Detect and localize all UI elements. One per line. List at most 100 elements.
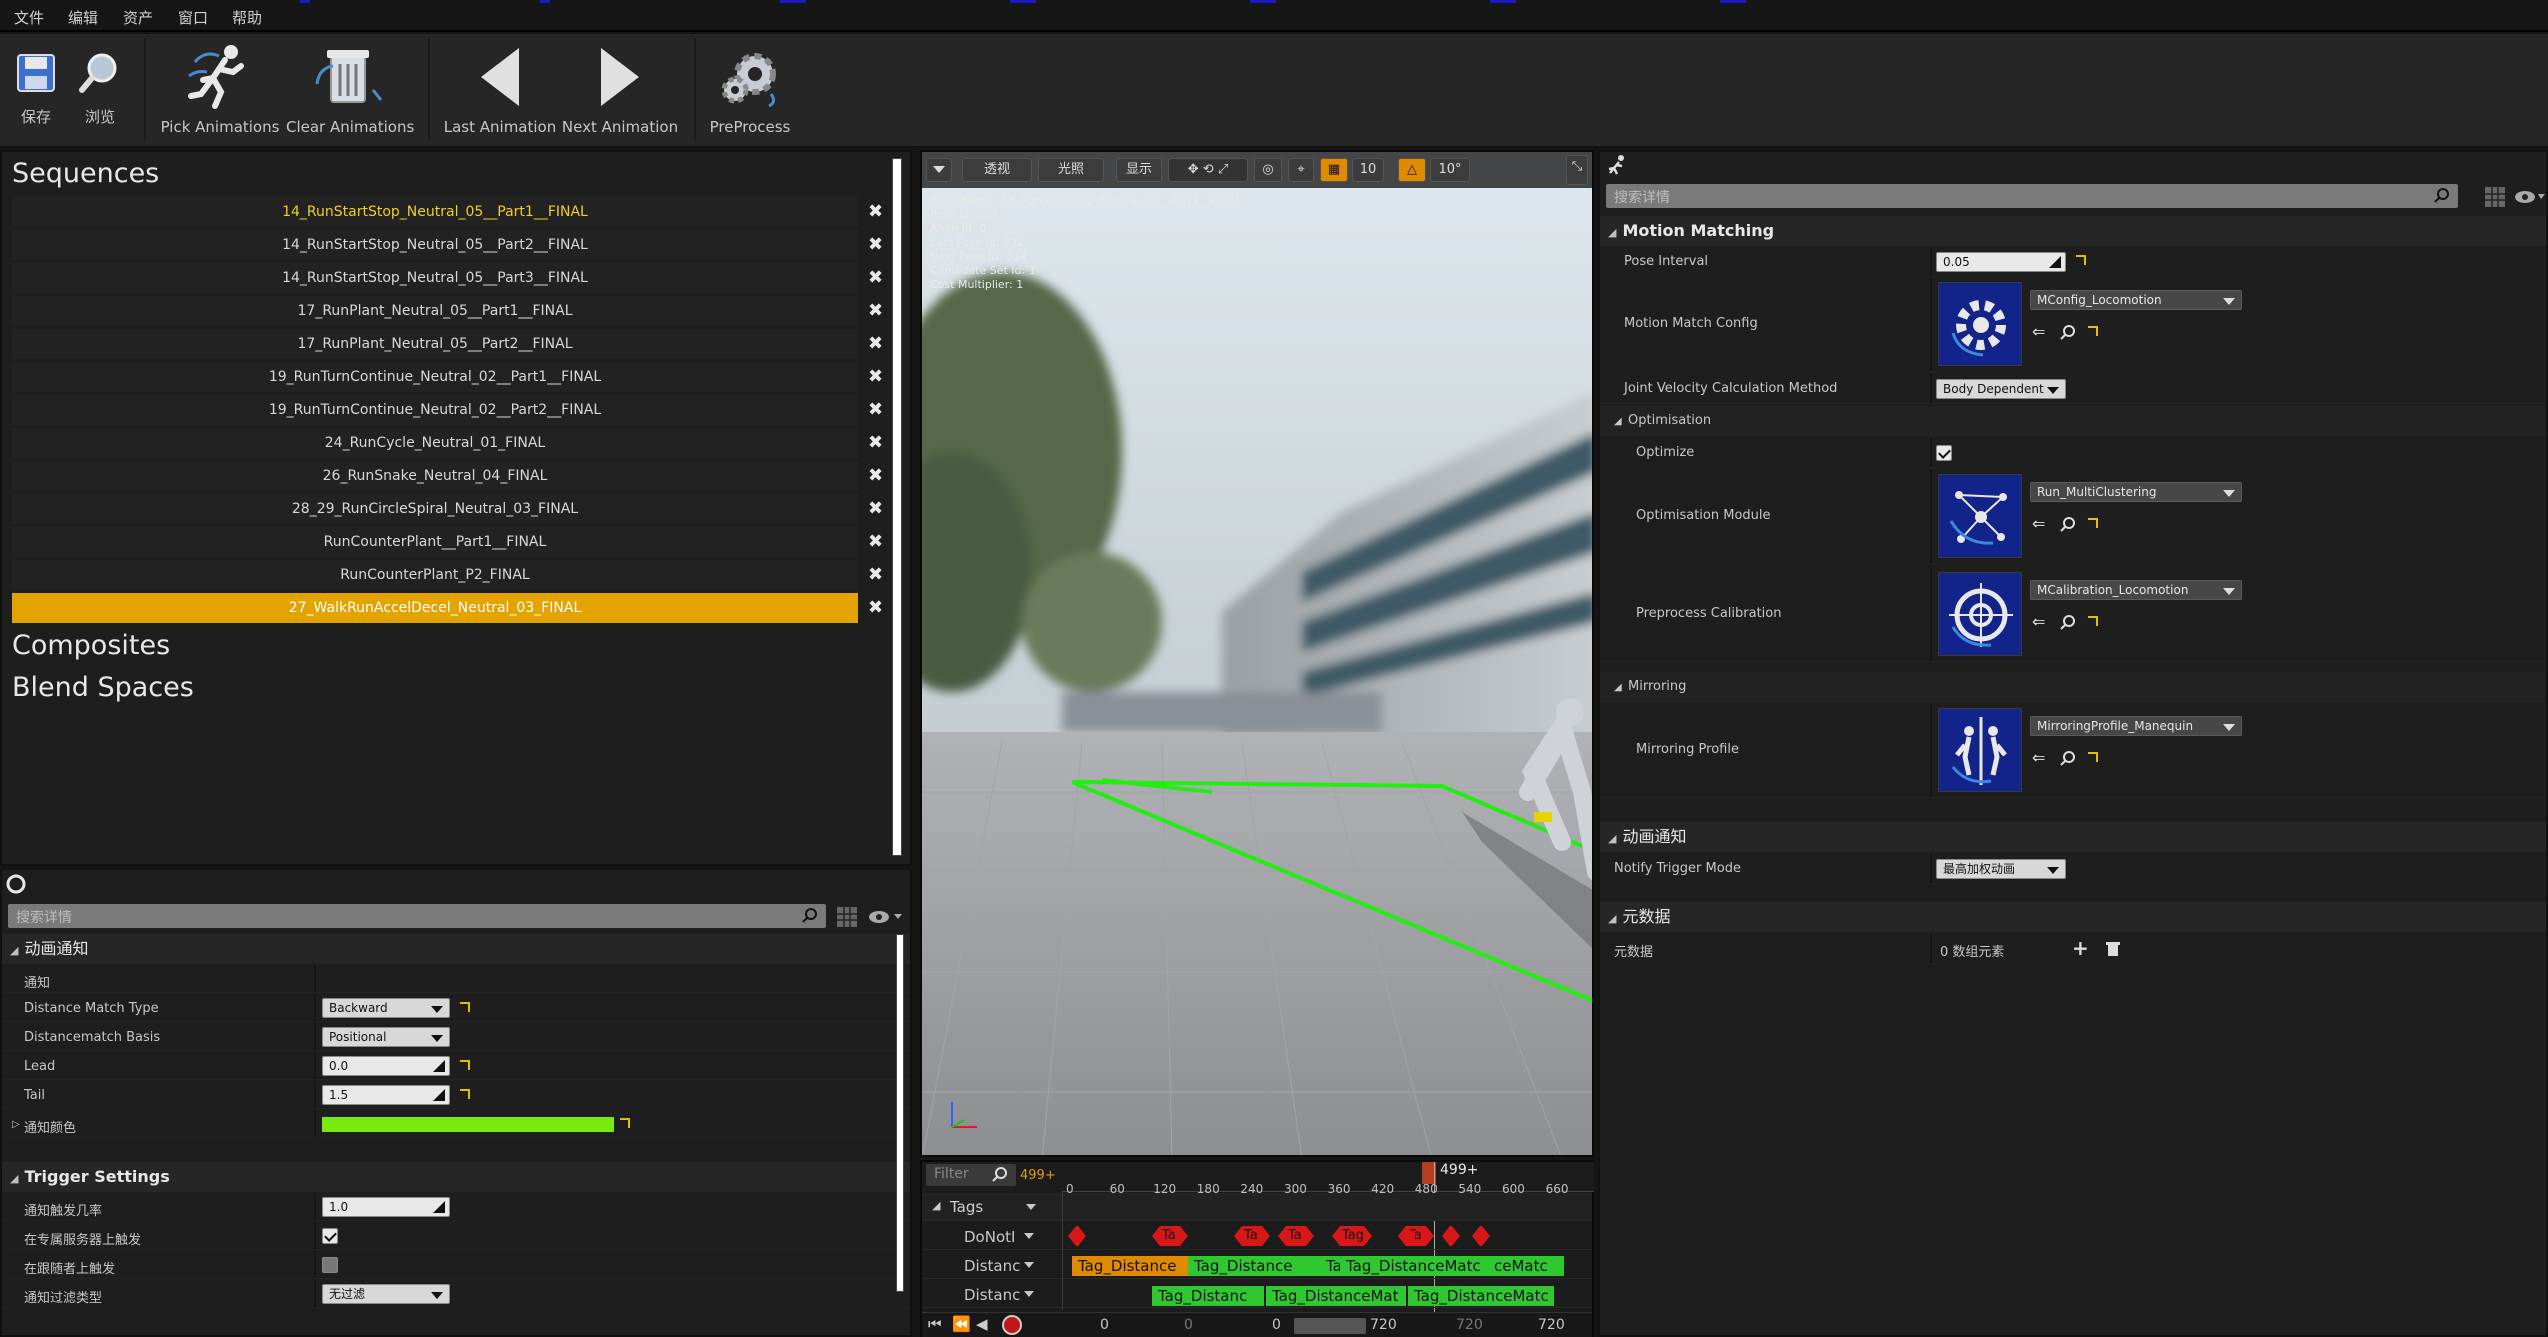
sequences-scrollbar[interactable]: [892, 158, 902, 856]
play-reverse-icon[interactable]: ◀: [976, 1315, 988, 1333]
rotation-snap-toggle[interactable]: △: [1398, 158, 1426, 182]
metadata-section-header[interactable]: ◢ 元数据: [1600, 902, 2546, 932]
sequences-header[interactable]: Sequences: [12, 158, 159, 189]
table-view-icon[interactable]: [836, 906, 858, 928]
mirroring-profile-select[interactable]: MirroringProfile_Manequin: [2030, 716, 2242, 736]
remove-sequence-icon[interactable]: ✖: [868, 494, 883, 524]
browse-icon[interactable]: [2060, 516, 2076, 532]
sequence-item[interactable]: 14_RunStartStop_Neutral_05__Part3__FINAL: [12, 263, 858, 293]
time-ruler[interactable]: 0 60 120 180 240 300 360 420 480 540 600 660 499+: [1062, 1162, 1594, 1196]
notify-tag[interactable]: Ta: [1320, 1256, 1340, 1276]
remove-sequence-icon[interactable]: ✖: [868, 461, 883, 491]
optimisation-subheader[interactable]: ◢ Optimisation: [1600, 406, 2546, 436]
preprocess-button[interactable]: PreProcess: [700, 34, 800, 144]
notify-section-header[interactable]: ◢ 动画通知: [2, 934, 910, 964]
skip-back-icon[interactable]: ⏮: [928, 1315, 942, 1333]
sequence-item[interactable]: RunCounterPlant__Part1__FINAL: [12, 527, 858, 557]
menu-file[interactable]: 文件: [14, 7, 44, 28]
reset-icon[interactable]: [2088, 752, 2098, 762]
browse-button[interactable]: 浏览: [70, 34, 130, 144]
details-search-input[interactable]: 搜索详情: [8, 904, 826, 928]
notify-tag-red[interactable]: Tag: [1332, 1226, 1372, 1246]
table-view-icon[interactable]: [2484, 186, 2506, 208]
remove-sequence-icon[interactable]: ✖: [868, 329, 883, 359]
reset-icon[interactable]: [620, 1118, 630, 1128]
trigger-rate-input[interactable]: 1.0: [322, 1197, 450, 1217]
sequence-item[interactable]: 28_29_RunCircleSpiral_Neutral_03_FINAL: [12, 494, 858, 524]
mirroring-subheader[interactable]: ◢ Mirroring: [1600, 672, 2546, 702]
trigger-settings-header[interactable]: ◢ Trigger Settings: [2, 1162, 910, 1192]
optimize-checkbox[interactable]: [1936, 445, 1952, 461]
notify-tag[interactable]: Tag_Distanc: [1152, 1286, 1264, 1306]
notify-tag[interactable]: Tag_DistanceMatc: [1340, 1256, 1488, 1276]
remove-sequence-icon[interactable]: ✖: [868, 362, 883, 392]
reset-icon[interactable]: [460, 1060, 470, 1070]
lead-input[interactable]: 0.0: [322, 1056, 450, 1076]
anim-notify-section-header[interactable]: ◢ 动画通知: [1600, 822, 2546, 852]
sequence-item[interactable]: 19_RunTurnContinue_Neutral_02__Part2__FI…: [12, 395, 858, 425]
sequence-item[interactable]: 27_WalkRunAccelDecel_Neutral_03_FINAL: [12, 593, 858, 623]
menu-asset[interactable]: 资产: [123, 7, 153, 28]
perspective-button[interactable]: 透视: [962, 158, 1032, 182]
use-selected-icon[interactable]: ⇐: [2032, 612, 2045, 631]
timeline-filter-input[interactable]: Filter: [926, 1164, 1016, 1186]
last-animation-button[interactable]: Last Animation: [440, 34, 560, 144]
show-button[interactable]: 显示: [1116, 158, 1162, 182]
optimisation-module-select[interactable]: Run_MultiClustering: [2030, 482, 2242, 502]
next-animation-button[interactable]: Next Animation: [560, 34, 680, 144]
remove-sequence-icon[interactable]: ✖: [868, 197, 883, 227]
preprocess-calibration-thumbnail[interactable]: [1938, 572, 2022, 656]
sequence-item[interactable]: 14_RunStartStop_Neutral_05__Part2__FINAL: [12, 230, 858, 260]
world-local-button[interactable]: ◎: [1254, 158, 1282, 182]
use-selected-icon[interactable]: ⇐: [2032, 514, 2045, 533]
tail-input[interactable]: 1.5: [322, 1085, 450, 1105]
mm-config-thumbnail[interactable]: [1938, 282, 2022, 366]
dedicated-server-checkbox[interactable]: [322, 1228, 338, 1244]
preprocess-calibration-select[interactable]: MCalibration_Locomotion: [2030, 580, 2242, 600]
blend-spaces-header[interactable]: Blend Spaces: [12, 672, 194, 703]
grid-snap-value[interactable]: 10: [1352, 158, 1384, 182]
sequence-item[interactable]: 19_RunTurnContinue_Neutral_02__Part1__FI…: [12, 362, 858, 392]
jvcm-select[interactable]: Body Dependent: [1936, 379, 2066, 399]
use-selected-icon[interactable]: ⇐: [2032, 748, 2045, 767]
rotation-snap-value[interactable]: 10°: [1430, 158, 1470, 182]
notify-tag[interactable]: Tag_DistanceMat: [1266, 1286, 1406, 1306]
grid-snap-toggle[interactable]: ▦: [1320, 158, 1348, 182]
add-element-icon[interactable]: +: [2072, 936, 2089, 960]
browse-icon[interactable]: [2060, 750, 2076, 766]
clear-animations-button[interactable]: Clear Animations: [286, 34, 414, 144]
range-scrollbar[interactable]: [1294, 1318, 1366, 1334]
details-search-input[interactable]: 搜索详情: [1606, 184, 2458, 208]
eye-icon[interactable]: [2514, 190, 2546, 204]
pose-interval-input[interactable]: 0.05: [1936, 252, 2066, 272]
optimisation-module-thumbnail[interactable]: [1938, 474, 2022, 558]
mm-config-asset-select[interactable]: MConfig_Locomotion: [2030, 290, 2242, 310]
record-icon[interactable]: [1002, 1315, 1022, 1335]
remove-sequence-icon[interactable]: ✖: [868, 296, 883, 326]
eye-icon[interactable]: [868, 910, 904, 924]
remove-sequence-icon[interactable]: ✖: [868, 593, 883, 623]
notify-tag[interactable]: Tag_Distance: [1072, 1256, 1188, 1276]
lit-button[interactable]: 光照: [1038, 158, 1104, 182]
tags-track-header[interactable]: ◢ Tags: [922, 1193, 1592, 1221]
browse-icon[interactable]: [2060, 324, 2076, 340]
motion-matching-section-header[interactable]: ◢ Motion Matching: [1600, 216, 2546, 246]
remove-sequence-icon[interactable]: ✖: [868, 428, 883, 458]
reset-icon[interactable]: [460, 1002, 470, 1012]
distancematch-basis-select[interactable]: Positional: [322, 1027, 450, 1047]
remove-sequence-icon[interactable]: ✖: [868, 263, 883, 293]
viewport-options-button[interactable]: [926, 158, 952, 182]
reset-icon[interactable]: [2088, 326, 2098, 336]
menu-window[interactable]: 窗口: [178, 7, 208, 28]
details-scrollbar[interactable]: [896, 934, 904, 1292]
trash-icon[interactable]: [2106, 941, 2120, 957]
step-back-icon[interactable]: ⏪: [952, 1315, 971, 1333]
sequence-item[interactable]: RunCounterPlant_P2_FINAL: [12, 560, 858, 590]
remove-sequence-icon[interactable]: ✖: [868, 395, 883, 425]
mirroring-profile-thumbnail[interactable]: [1938, 708, 2022, 792]
notify-tag[interactable]: ceMatc: [1488, 1256, 1564, 1276]
notify-color-swatch[interactable]: [322, 1117, 614, 1132]
reset-icon[interactable]: [2088, 518, 2098, 528]
surface-snap-button[interactable]: ⌖: [1288, 158, 1314, 182]
save-button[interactable]: 保存: [6, 34, 66, 144]
